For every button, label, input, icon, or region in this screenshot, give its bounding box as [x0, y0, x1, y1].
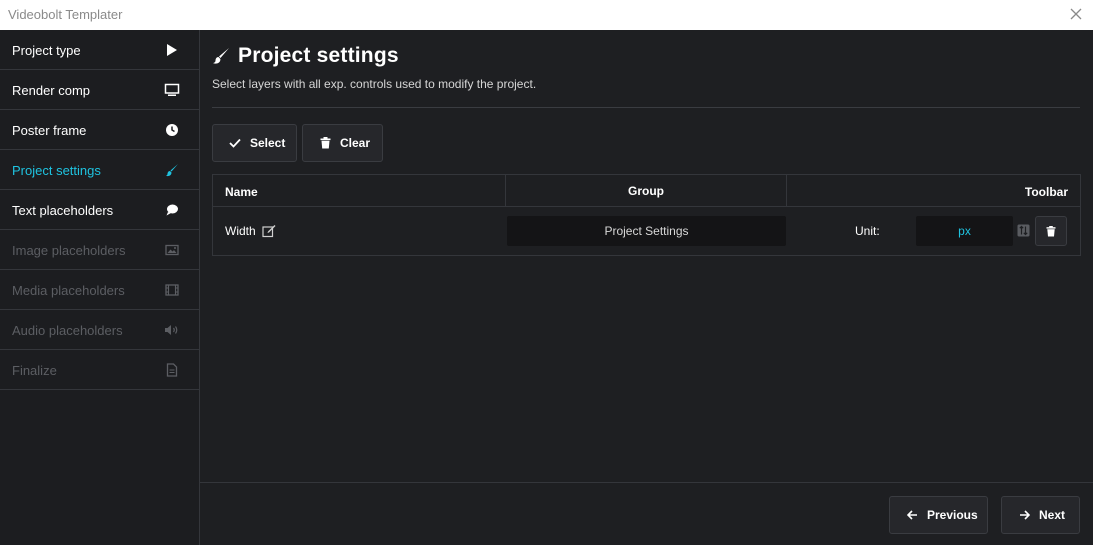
- clear-button[interactable]: Clear: [302, 124, 383, 162]
- footer: Previous Next: [200, 482, 1093, 545]
- clock-icon: [164, 122, 180, 138]
- sidebar-item-project-settings[interactable]: Project settings: [0, 150, 199, 190]
- page-header: Project settings: [212, 43, 399, 69]
- speaker-icon: [164, 322, 180, 338]
- arrow-left-icon: [905, 508, 919, 522]
- delete-row-button[interactable]: [1035, 216, 1067, 246]
- sidebar-item-label: Poster frame: [12, 123, 87, 138]
- film-icon: [164, 282, 180, 298]
- sidebar-item-text-placeholders[interactable]: Text placeholders: [0, 190, 199, 230]
- column-header-toolbar: Toolbar: [1024, 185, 1068, 199]
- sidebar-item-label: Media placeholders: [12, 283, 125, 298]
- sidebar-item-project-type[interactable]: Project type: [0, 30, 199, 70]
- sidebar-item-render-comp[interactable]: Render comp: [0, 70, 199, 110]
- sidebar-item-media-placeholders[interactable]: Media placeholders: [0, 270, 199, 310]
- edit-icon[interactable]: [262, 224, 276, 238]
- page-title: Project settings: [238, 44, 399, 67]
- sidebar-item-label: Audio placeholders: [12, 323, 123, 338]
- window-title: Videobolt Templater: [8, 7, 123, 22]
- sidebar: Project type Render comp Poster frame Pr…: [0, 30, 200, 545]
- row-name-cell: Width: [225, 224, 276, 238]
- clear-button-label: Clear: [340, 136, 371, 150]
- brush-icon: [213, 48, 229, 64]
- image-icon: [164, 242, 180, 258]
- speech-bubble-icon: [164, 202, 180, 218]
- close-icon[interactable]: [1068, 6, 1084, 22]
- header-divider: [212, 107, 1080, 108]
- page-subtitle: Select layers with all exp. controls use…: [212, 77, 537, 91]
- select-button-label: Select: [250, 136, 286, 150]
- play-icon: [164, 42, 180, 58]
- sidebar-item-label: Project type: [12, 43, 81, 58]
- select-button[interactable]: Select: [212, 124, 297, 162]
- previous-button[interactable]: Previous: [889, 496, 988, 534]
- sidebar-item-label: Project settings: [12, 163, 101, 178]
- sidebar-item-audio-placeholders[interactable]: Audio placeholders: [0, 310, 199, 350]
- table-row: Width Project Settings Unit: px: [213, 207, 1080, 255]
- sidebar-item-image-placeholders[interactable]: Image placeholders: [0, 230, 199, 270]
- group-field[interactable]: Project Settings: [507, 216, 786, 246]
- trash-icon: [1046, 225, 1056, 236]
- sidebar-item-label: Render comp: [12, 83, 91, 98]
- arrow-right-icon: [1017, 508, 1031, 522]
- monitor-icon: [164, 82, 180, 98]
- brush-icon: [164, 162, 180, 178]
- row-name: Width: [225, 224, 256, 238]
- sidebar-item-finalize[interactable]: Finalize: [0, 350, 199, 390]
- unit-field[interactable]: px: [916, 216, 1013, 246]
- table-header: Name Group Toolbar: [213, 175, 1080, 207]
- check-icon: [228, 136, 242, 150]
- document-icon: [164, 362, 180, 378]
- column-header-name: Name: [225, 185, 258, 199]
- previous-button-label: Previous: [927, 508, 978, 522]
- layers-table: Name Group Toolbar Width Project Setting…: [212, 174, 1081, 256]
- main-panel: Project settings Select layers with all …: [200, 30, 1093, 545]
- unit-label: Unit:: [855, 224, 880, 238]
- next-button-label: Next: [1039, 508, 1066, 522]
- sidebar-item-poster-frame[interactable]: Poster frame: [0, 110, 199, 150]
- column-header-group: Group: [505, 175, 787, 207]
- sidebar-item-label: Image placeholders: [12, 243, 126, 258]
- sidebar-item-label: Text placeholders: [12, 203, 114, 218]
- move-icon[interactable]: [1017, 224, 1030, 237]
- trash-icon: [318, 136, 332, 150]
- next-button[interactable]: Next: [1001, 496, 1080, 534]
- title-bar: Videobolt Templater: [0, 0, 1093, 30]
- sidebar-item-label: Finalize: [12, 363, 57, 378]
